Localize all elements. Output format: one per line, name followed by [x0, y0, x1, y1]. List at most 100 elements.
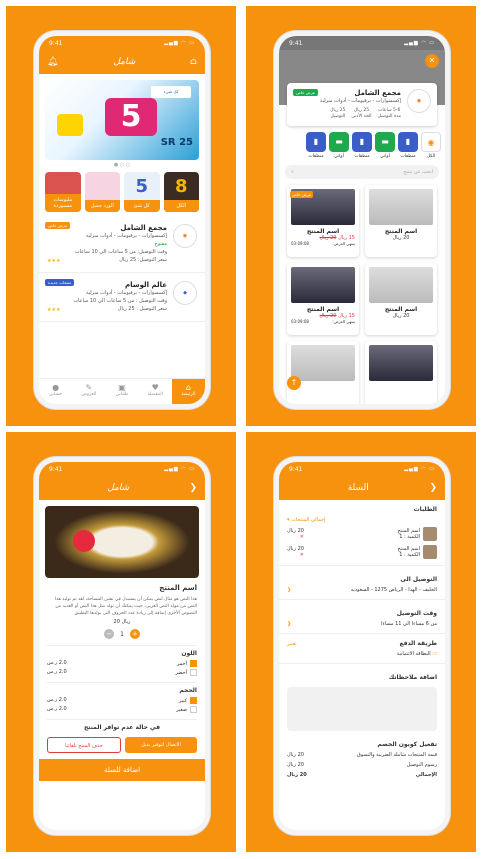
category-card[interactable]: ملبوسات مستوردة: [45, 172, 81, 212]
app-header: السلة ❯: [279, 476, 445, 500]
product-grid: عرض خاص اسم المنتج 15 ريال 20 ريال ينتهي ال…: [287, 185, 437, 404]
screen-home-panel: 9:41 ▂▄▆ ◠ ▭ 🔔︎ شامل ⌂ كل شيء 5 SR 25 ● ○…: [6, 6, 236, 426]
product-title: اسم المنتج: [159, 584, 197, 592]
category-card[interactable]: 8 الكل: [163, 172, 199, 212]
status-bar: 9:41 ▂▄▆ ◠ ▭: [279, 462, 445, 476]
chip-category[interactable]: ▮ منظفات: [306, 132, 326, 159]
store-dropdown[interactable]: إجمالي المنتجات ▾: [287, 517, 326, 523]
phone-frame: 9:41 ▂▄▆ ◠ ▭ 🔔︎ شامل ⌂ كل شيء 5 SR 25 ● ○…: [34, 31, 210, 409]
payment-method[interactable]: ▭ البطاقة الائتمانية: [279, 649, 445, 659]
chip-category[interactable]: ▬ أواني: [375, 132, 395, 159]
product-price: 20 ريال: [113, 619, 131, 625]
banner-logo: كل شيء: [151, 86, 191, 98]
delivery-time[interactable]: من 6 مساءا الي 11 مساءا ❮: [279, 619, 445, 629]
store-delivery-price: سعر التوصيل: 25 ريال: [119, 257, 167, 263]
notification-bell-icon[interactable]: 🔔︎: [47, 57, 58, 67]
store-logo: ◆: [173, 281, 197, 305]
store-status: مفتوح: [154, 241, 167, 247]
chevron-right-icon[interactable]: ❯: [189, 483, 197, 493]
store-tags: إكسسوارات - برفيومات - أدوات منزلية: [85, 233, 167, 239]
app-title: شامل: [107, 483, 130, 493]
home-logo-icon[interactable]: ⌂: [190, 57, 197, 67]
product-card[interactable]: اسم المنتج 20 ريال: [365, 185, 437, 257]
category-card[interactable]: 5 كل شئ: [124, 172, 160, 212]
chevron-left-icon: ❮: [287, 621, 292, 627]
product-image: [45, 506, 199, 578]
notes-title: اضافة ملاحظاتك: [388, 674, 437, 681]
phone-frame: 9:41 ▂▄▆ ◠ ▭ ✕ ◉ مجمع الشامل إكسسوارات - …: [274, 31, 450, 409]
unavailable-title: في حالة عدم توافر المنتج: [47, 719, 197, 731]
product-card[interactable]: [287, 341, 359, 404]
phone-frame: 9:41 ▂▄▆ ◠ ▭ السلة ❯ الطلبات إجمالي المنتج…: [274, 457, 450, 835]
notes-input[interactable]: [287, 687, 437, 731]
remove-icon: ✕: [299, 552, 304, 558]
chevron-left-icon: ❮: [287, 587, 292, 593]
screen-product-panel: 9:41▂▄▆ ◠ ▭ شامل❯ اسم المنتج ⋖♡ هذا النص…: [6, 432, 236, 852]
category-card[interactable]: الورد جميل: [84, 172, 120, 212]
tab-orders[interactable]: ▣ طلباتي: [105, 379, 138, 404]
payment-title: طريقة الدفع: [399, 640, 438, 647]
auto-delete-button[interactable]: حذف المنتج تلقائيا: [47, 737, 121, 753]
tab-account[interactable]: ● حسابي: [39, 379, 72, 404]
add-to-cart-button[interactable]: اضافة للسلة: [39, 759, 205, 781]
size-option[interactable]: كبير 2.0 ر.س: [47, 697, 197, 704]
screen-cart-panel: 9:41 ▂▄▆ ◠ ▭ السلة ❯ الطلبات إجمالي المنتج…: [246, 432, 476, 852]
status-time: 9:41: [49, 39, 63, 47]
tab-favorites[interactable]: ♥ المفضلة: [139, 379, 172, 404]
cart-item[interactable]: اسم المنتج الكمية : 1 20 ريال ✕: [279, 543, 445, 561]
store-list-item[interactable]: ◉ مجمع الشامل إكسسوارات - برفيومات - أدو…: [39, 216, 205, 273]
store-info-card: ◉ مجمع الشامل إكسسوارات - برفيومات - أدو…: [287, 83, 437, 126]
chevron-right-icon[interactable]: ❯: [429, 483, 437, 493]
plus-button[interactable]: +: [129, 629, 140, 639]
app-header: شامل ❯: [39, 476, 205, 500]
product-description: هذا النص هو مثال لنص يمكن أن يستبدل في ن…: [54, 597, 197, 616]
category-chips: ◉ الكل ▮ منظفات ▬ أواني ▮ منظفات ▬ أواني ▮ منظ…: [283, 132, 441, 159]
size-option[interactable]: صغير 2.0 ر.س: [47, 706, 197, 713]
status-bar: 9:41 ▂▄▆ ◠ ▭: [279, 36, 445, 50]
status-bar: 9:41 ▂▄▆ ◠ ▭: [39, 36, 205, 50]
close-icon[interactable]: ✕: [425, 54, 439, 68]
chip-all[interactable]: ◉ الكل: [421, 132, 441, 159]
tab-home[interactable]: ⌂ الرئيسة: [171, 379, 205, 404]
delivery-address[interactable]: الخليف - الهدا - الرياض 1275 - السعودية ❮: [279, 585, 445, 595]
status-icons: ▂▄▆ ◠ ▭: [164, 40, 195, 46]
tab-offers[interactable]: ✎ العروض: [72, 379, 105, 404]
watermark: PhotoGrid: [348, 796, 428, 812]
store-delivery-price: سعر التوصيل : 25 ريال: [117, 306, 167, 312]
home-icon: ⌂: [185, 383, 191, 392]
color-option[interactable]: أخضر 2.0 ر.س: [47, 669, 197, 676]
change-payment-link[interactable]: تغيير: [287, 641, 297, 647]
credit-card-icon: ▭: [432, 651, 437, 657]
store-delivery-time: وقت التوصيل : من 5 ساعات الي 10 ساعات: [73, 298, 167, 304]
phone-frame: 9:41▂▄▆ ◠ ▭ شامل❯ اسم المنتج ⋖♡ هذا النص…: [34, 457, 210, 835]
chip-category[interactable]: ▮ منظفات: [398, 132, 418, 159]
scroll-up-icon[interactable]: ↑: [287, 376, 301, 390]
chip-category[interactable]: ▮ منظفات: [352, 132, 372, 159]
coupon-title[interactable]: تفعيل كوبون الخصم: [279, 735, 445, 750]
chip-category[interactable]: ▬ أواني: [329, 132, 349, 159]
promo-banner[interactable]: كل شيء 5 SR 25: [45, 80, 199, 160]
cart-item[interactable]: اسم المنتج الكمية : 1 20 ريال ✕: [279, 525, 445, 543]
cart-title: السلة: [347, 483, 369, 493]
quantity-value: 1: [120, 630, 124, 638]
rating-stars: ★★★: [47, 258, 61, 264]
store-badge: عرض خاص: [45, 222, 71, 229]
product-card[interactable]: اسم المنتج 15 ريال 20 ريال ينتهي العرض: 03:…: [287, 263, 359, 335]
banner-product-image: [57, 114, 83, 136]
search-input[interactable]: ابحث عن منتج ⌕: [285, 165, 439, 179]
product-card[interactable]: اسم المنتج 20 ريال: [365, 263, 437, 335]
banner-pagination[interactable]: ● ○ ○: [39, 162, 205, 168]
store-list-item[interactable]: ◆ عالم الوسام إكسسوارات - برفيومات - أدو…: [39, 273, 205, 322]
time-title: وقت التوصيل: [396, 610, 437, 617]
quantity-stepper: −1 +: [43, 629, 201, 639]
alt-product-button[interactable]: الاتصال لتوفير بديل: [125, 737, 197, 753]
screen-store-panel: 9:41 ▂▄▆ ◠ ▭ ✕ ◉ مجمع الشامل إكسسوارات - …: [246, 6, 476, 426]
color-option[interactable]: أحمر 2.0 ر.س: [47, 660, 197, 667]
store-logo: ◉: [173, 224, 197, 248]
product-card[interactable]: عرض خاص اسم المنتج 15 ريال 20 ريال ينتهي ال…: [287, 185, 359, 257]
product-card[interactable]: [365, 341, 437, 404]
banner-price: SR 25: [160, 137, 193, 148]
status-time: 9:41: [289, 465, 303, 473]
store-badge: منتجات جديدة: [45, 279, 75, 286]
minus-button[interactable]: −: [104, 629, 115, 639]
